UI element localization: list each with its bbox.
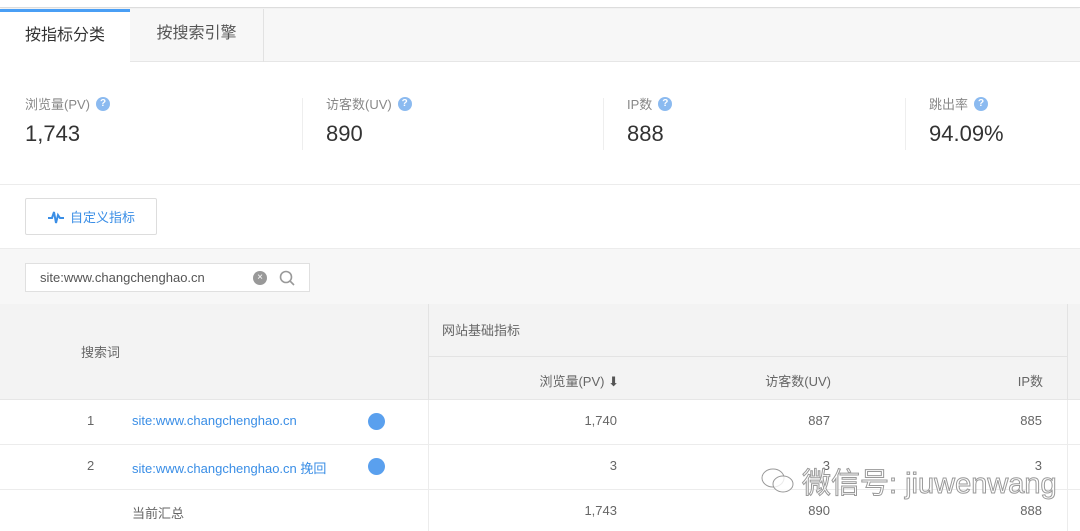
help-icon[interactable]: ? bbox=[974, 96, 989, 111]
pulse-icon bbox=[47, 211, 64, 223]
divider bbox=[428, 445, 429, 489]
divider bbox=[428, 490, 429, 531]
row-index: 2 bbox=[87, 458, 95, 473]
divider bbox=[1067, 445, 1068, 489]
search-input[interactable] bbox=[40, 270, 245, 285]
cell-uv: 3 bbox=[822, 458, 830, 473]
table-row: 2 site:www.changchenghao.cn 挽回 3 3 3 bbox=[0, 445, 1080, 490]
trend-icon[interactable] bbox=[368, 413, 385, 430]
keyword-link[interactable]: site:www.changchenghao.cn 挽回 bbox=[132, 458, 326, 477]
header-group-basic-metrics: 网站基础指标 bbox=[428, 304, 1067, 357]
custom-metric-label: 自定义指标 bbox=[69, 210, 135, 225]
help-icon[interactable]: ? bbox=[96, 96, 111, 111]
header-next-group bbox=[1067, 304, 1080, 400]
cell-pv: 1,743 bbox=[584, 503, 617, 518]
table-total-row: 当前汇总 1,743 890 888 bbox=[0, 490, 1080, 531]
cell-uv: 890 bbox=[808, 503, 830, 518]
header-keyword: 搜索词 bbox=[81, 345, 121, 360]
search-box: × bbox=[25, 263, 310, 292]
row-index: 1 bbox=[87, 413, 95, 428]
clear-icon[interactable]: × bbox=[253, 270, 267, 285]
sort-down-icon[interactable]: ⬇ bbox=[608, 374, 619, 389]
top-strip bbox=[0, 0, 1080, 8]
search-bar-area: × bbox=[0, 248, 1080, 304]
trend-icon[interactable] bbox=[368, 458, 385, 475]
divider bbox=[1067, 400, 1068, 444]
cell-ip: 885 bbox=[1020, 413, 1042, 428]
table-row: 1 site:www.changchenghao.cn 1,740 887 88… bbox=[0, 400, 1080, 445]
divider bbox=[905, 98, 906, 150]
metric-value: 888 bbox=[627, 121, 664, 146]
metric-pv: 浏览量(PV)? 1,743 bbox=[25, 94, 111, 147]
metric-value: 890 bbox=[326, 121, 363, 146]
divider bbox=[428, 400, 429, 444]
divider bbox=[1067, 490, 1068, 531]
table-header: 搜索词 网站基础指标 浏览量(PV) ⬇ 访客数(UV) IP数 bbox=[0, 304, 1080, 400]
keyword-link[interactable]: site:www.changchenghao.cn bbox=[132, 413, 297, 428]
cell-ip: 888 bbox=[1020, 503, 1042, 518]
tab-by-metric[interactable]: 按指标分类 bbox=[0, 9, 130, 63]
cell-uv: 887 bbox=[808, 413, 830, 428]
tab-bar: 按指标分类 按搜索引擎 bbox=[0, 9, 1080, 63]
metric-label: IP数 bbox=[627, 97, 653, 112]
metric-bounce-rate: 跳出率? 94.09% bbox=[929, 94, 1004, 147]
header-uv[interactable]: 访客数(UV) bbox=[711, 371, 831, 390]
tab-by-search-engine[interactable]: 按搜索引擎 bbox=[130, 9, 264, 62]
cell-pv: 1,740 bbox=[584, 413, 617, 428]
metric-value: 94.09% bbox=[929, 121, 1004, 146]
metric-label: 访客数(UV) bbox=[326, 97, 392, 112]
total-label: 当前汇总 bbox=[132, 506, 185, 521]
help-icon[interactable]: ? bbox=[658, 96, 673, 111]
search-icon[interactable] bbox=[279, 270, 295, 286]
header-ip[interactable]: IP数 bbox=[923, 371, 1043, 390]
metric-value: 1,743 bbox=[25, 121, 81, 146]
help-icon[interactable]: ? bbox=[397, 96, 412, 111]
divider bbox=[302, 98, 303, 150]
metric-label: 跳出率 bbox=[929, 97, 969, 112]
custom-metric-button[interactable]: 自定义指标 bbox=[25, 198, 157, 235]
cell-pv: 3 bbox=[609, 458, 617, 473]
metric-ip: IP数? 888 bbox=[627, 94, 673, 147]
header-pv-label: 浏览量(PV) bbox=[539, 374, 605, 389]
cell-ip: 3 bbox=[1034, 458, 1042, 473]
metric-label: 浏览量(PV) bbox=[25, 97, 91, 112]
metric-uv: 访客数(UV)? 890 bbox=[326, 94, 412, 147]
metrics-summary: 浏览量(PV)? 1,743 访客数(UV)? 890 IP数? 888 跳出率… bbox=[0, 62, 1080, 185]
header-pv[interactable]: 浏览量(PV) ⬇ bbox=[499, 371, 619, 390]
header-subcolumns: 浏览量(PV) ⬇ 访客数(UV) IP数 bbox=[428, 357, 1067, 400]
divider bbox=[603, 98, 604, 150]
